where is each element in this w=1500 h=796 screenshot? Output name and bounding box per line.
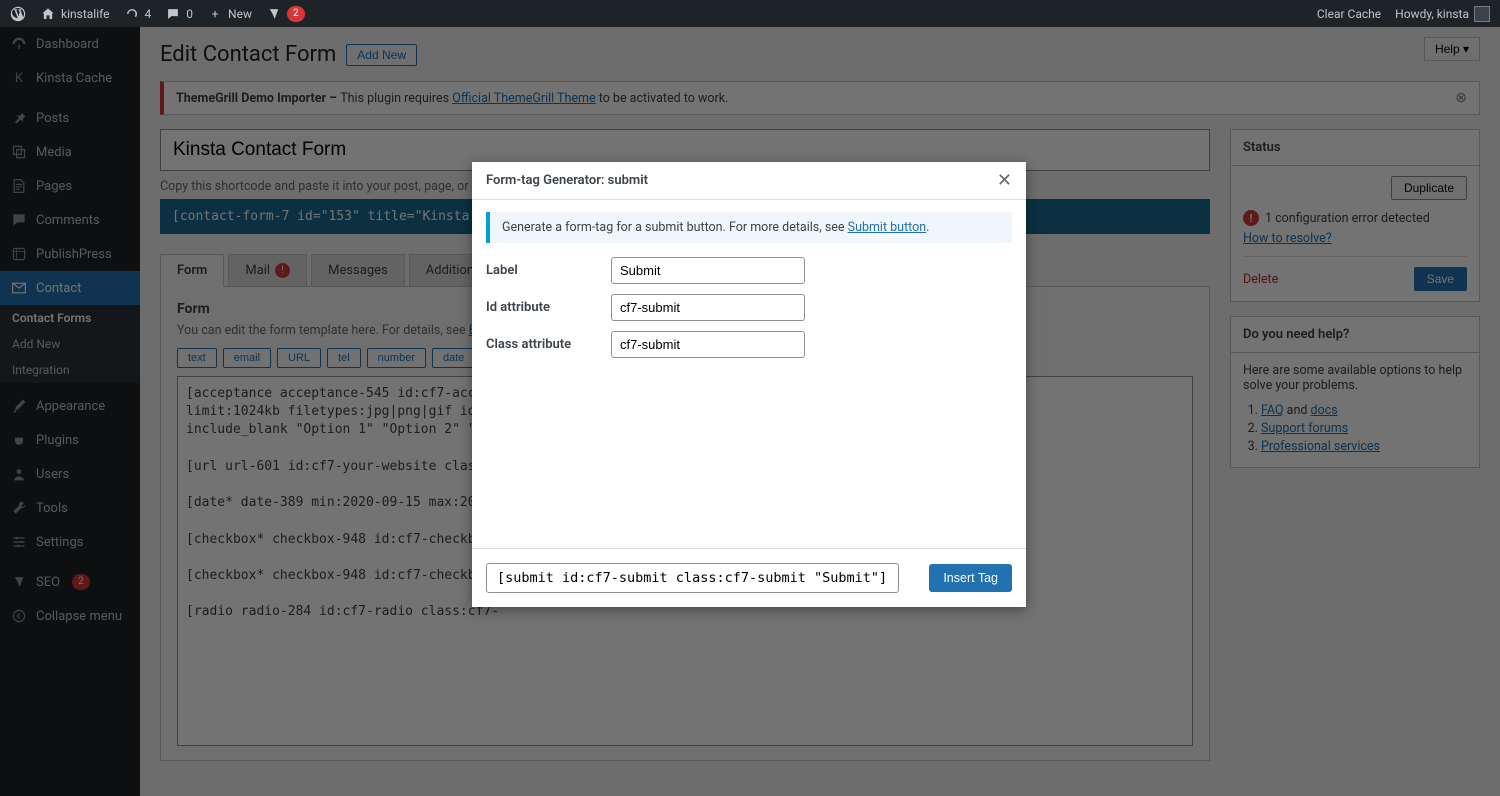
admin-bar: kinstalife 4 0 +New 2 Clear Cache Howdy,… [0,0,1500,27]
home-icon [40,6,56,22]
modal-title: Form-tag Generator: submit [486,173,648,188]
tag-output[interactable] [486,563,899,593]
modal-info: Generate a form-tag for a submit button.… [486,212,1012,243]
howdy-user[interactable]: Howdy, kinsta [1395,6,1490,22]
label-input[interactable] [611,257,805,284]
new-content[interactable]: +New [207,6,252,22]
site-home[interactable]: kinstalife [40,6,110,22]
yoast-icon [266,6,282,22]
submit-button-link[interactable]: Submit button [848,220,927,235]
label-label: Label [486,263,611,278]
form-tag-modal: Form-tag Generator: submit ✕ Generate a … [472,162,1026,607]
wordpress-icon [10,6,26,22]
refresh-icon [124,6,140,22]
class-label: Class attribute [486,337,611,352]
plus-icon: + [207,6,223,22]
clear-cache[interactable]: Clear Cache [1317,7,1381,21]
avatar [1474,6,1490,22]
wp-logo[interactable] [10,6,26,22]
site-name: kinstalife [61,7,110,21]
id-label: Id attribute [486,300,611,315]
id-input[interactable] [611,294,805,321]
comments-count[interactable]: 0 [165,6,193,22]
modal-close-icon[interactable]: ✕ [997,170,1012,191]
insert-tag-button[interactable]: Insert Tag [929,564,1012,592]
class-input[interactable] [611,331,805,358]
refresh[interactable]: 4 [124,6,152,22]
comment-icon [165,6,181,22]
yoast[interactable]: 2 [266,6,305,22]
